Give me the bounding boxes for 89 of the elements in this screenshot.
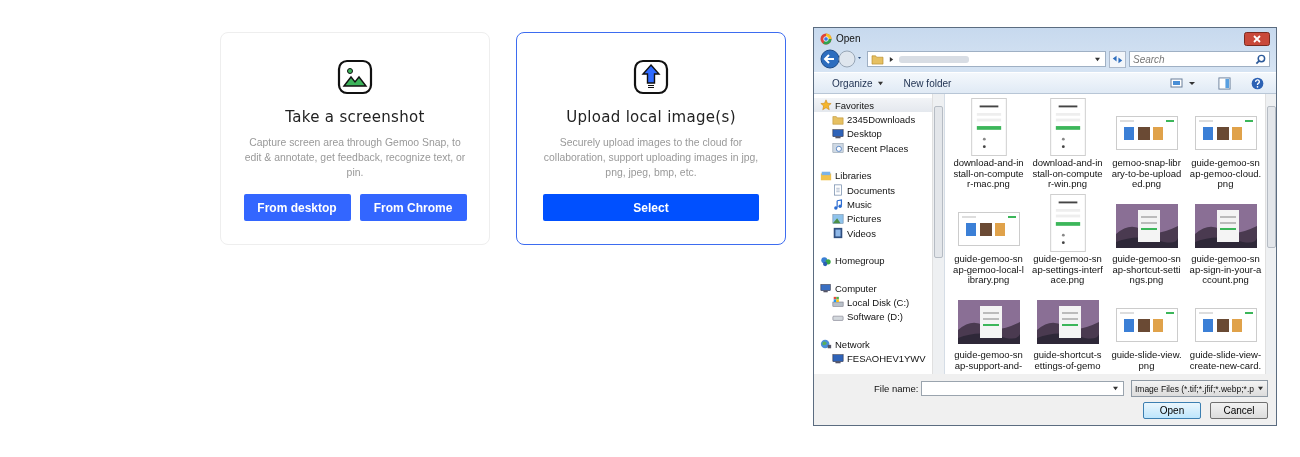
file-name[interactable]: guide-gemoo-snap-gemoo-cloud.png: [1189, 158, 1262, 190]
toolbar-button[interactable]: Organize: [832, 77, 884, 89]
caret-icon: [876, 80, 884, 86]
nav-item[interactable]: FESAOHEV1YWV: [814, 351, 932, 366]
nav-item[interactable]: Homegroup: [814, 253, 932, 268]
nav-item[interactable]: Pictures: [814, 211, 932, 227]
view-options-icon[interactable]: [1170, 76, 1198, 90]
file-name[interactable]: guide-gemoo-snap-support-and-: [952, 350, 1025, 371]
pictures-icon: [832, 212, 844, 225]
folder-icon: [832, 113, 844, 126]
file-name[interactable]: guide-gemoo-snap-shortcut-settings.png: [1110, 254, 1183, 286]
nav-item[interactable]: Recent Places: [814, 141, 932, 156]
refresh-icon[interactable]: [1109, 50, 1126, 68]
nav-item[interactable]: Videos: [814, 226, 932, 241]
option-card[interactable]: Upload local image(s) Securely upload images to the cloud for collaboration, support uploading images in jpg, png, jpeg, bmp, etc. Select: [516, 32, 786, 245]
desktop-icon: [832, 127, 844, 140]
scrollbar[interactable]: [1265, 94, 1276, 374]
file-thumbnail[interactable]: [970, 98, 1007, 156]
upload-icon: [633, 59, 669, 95]
card-description: Capture screen area through Gemoo Snap, to edit & annotate, get feedback, recognize text, or pin.: [243, 136, 467, 180]
search-icon: [1255, 53, 1266, 65]
file-name[interactable]: guide-shortcut-settings-of-gemo: [1031, 350, 1104, 371]
recent-icon: [832, 142, 844, 155]
action-button[interactable]: From Chrome: [359, 194, 467, 221]
file-name[interactable]: guide-gemoo-snap-settings-interface.png: [1031, 254, 1104, 286]
videos-icon: [832, 227, 844, 240]
file-type-dropdown[interactable]: Image Files (*.tif;*.jfif;*.webp;*.p: [1130, 380, 1268, 397]
disk-icon: [832, 296, 844, 309]
nav-item[interactable]: Music: [814, 197, 932, 212]
file-thumbnail[interactable]: [1049, 194, 1086, 252]
nav-item[interactable]: Software (D:): [814, 309, 932, 325]
file-thumbnail[interactable]: [957, 212, 1020, 246]
folder-icon: [871, 53, 884, 65]
nav-item[interactable]: 2345Downloads: [814, 112, 932, 127]
nav-item[interactable]: Favorites: [814, 98, 932, 113]
file-thumbnail[interactable]: [1194, 116, 1257, 150]
music-icon: [832, 198, 844, 211]
file-thumbnail[interactable]: [1115, 308, 1178, 342]
toolbar-button[interactable]: New folder: [903, 77, 952, 89]
chevron-icon: [889, 55, 894, 63]
file-name[interactable]: guide-gemoo-snap-gemoo-local-library.png: [952, 254, 1025, 286]
file-thumbnail[interactable]: [1115, 204, 1178, 248]
file-name[interactable]: guide-slide-view-create-new-card.: [1189, 350, 1262, 371]
library-icon: [820, 169, 832, 182]
star-icon: [820, 99, 832, 112]
close-button[interactable]: [1244, 31, 1270, 46]
nav-item[interactable]: Libraries: [814, 168, 932, 183]
action-button[interactable]: From desktop: [243, 194, 351, 221]
file-name-label: File name:: [874, 383, 919, 394]
file-name[interactable]: gemoo-snap-library-to-be-uploaded.png: [1110, 158, 1183, 190]
file-thumbnail[interactable]: [1194, 308, 1257, 342]
search-field[interactable]: Search: [1129, 51, 1270, 67]
file-thumbnail[interactable]: [1036, 300, 1099, 344]
nav-item[interactable]: Documents: [814, 182, 932, 198]
nav-item[interactable]: Network: [814, 337, 932, 352]
file-name-field[interactable]: [921, 381, 1124, 396]
image-icon: [337, 59, 373, 95]
dropdown-icon: [1257, 386, 1264, 391]
computer-icon: [832, 352, 844, 365]
back-forward-icon[interactable]: [820, 49, 864, 69]
document-icon: [832, 184, 844, 197]
app-icon: [820, 32, 832, 45]
card-title: Upload local image(s): [566, 108, 736, 126]
nav-item[interactable]: Computer: [814, 280, 932, 296]
file-thumbnail[interactable]: [1194, 204, 1257, 248]
preview-pane-icon[interactable]: [1218, 76, 1231, 90]
option-card[interactable]: Take a screenshot Capture screen area through Gemoo Snap, to edit & annotate, get feedback, recognize text, or pin. From desktop From Chrome: [220, 32, 490, 245]
file-name[interactable]: guide-slide-view.png: [1110, 350, 1183, 371]
file-name[interactable]: guide-gemoo-snap-sign-in-your-account.png: [1189, 254, 1262, 286]
card-title: Take a screenshot: [285, 108, 425, 126]
file-thumbnail[interactable]: [957, 300, 1020, 344]
nav-item[interactable]: Desktop: [814, 126, 932, 142]
file-name[interactable]: download-and-install-on-computer-mac.png: [952, 158, 1025, 190]
window-title: Open: [836, 33, 861, 44]
card-description: Securely upload images to the cloud for collaboration, support uploading images in jpg, png, jpeg, bmp, etc.: [542, 136, 760, 180]
nav-item[interactable]: Local Disk (C:): [814, 295, 932, 310]
dropdown-icon: [1094, 56, 1101, 62]
homegroup-icon: [820, 254, 832, 267]
computer-icon: [820, 282, 832, 295]
dialog-button[interactable]: Cancel: [1210, 402, 1268, 419]
network-icon: [820, 338, 832, 351]
scrollbar[interactable]: [932, 94, 944, 374]
help-icon[interactable]: [1251, 76, 1264, 90]
dialog-button[interactable]: Open: [1143, 402, 1201, 419]
file-name[interactable]: download-and-install-on-computer-win.png: [1031, 158, 1104, 190]
action-button[interactable]: Select: [543, 194, 759, 221]
dropdown-icon: [1111, 386, 1119, 391]
file-thumbnail[interactable]: [1115, 116, 1178, 150]
file-thumbnail[interactable]: [1049, 98, 1086, 156]
